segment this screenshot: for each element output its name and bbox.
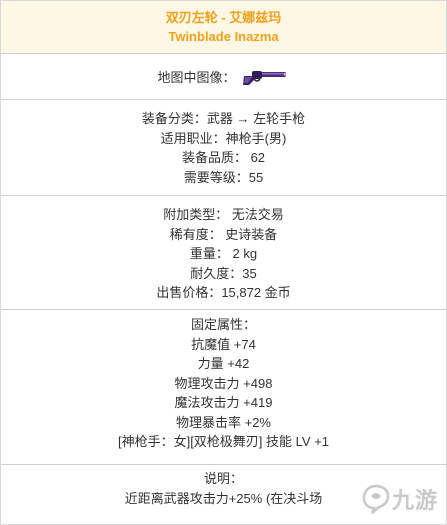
stat-item: 抗魔值 +74 bbox=[191, 336, 256, 352]
fixed-stats-section: 固定属性： 抗魔值 +74 力量 +42 物理攻击力 +498 魔法攻击力 +4… bbox=[1, 310, 446, 465]
watermark: 九游 bbox=[362, 483, 438, 515]
revolver-icon bbox=[240, 68, 290, 86]
stat-item: 力量 +42 bbox=[197, 356, 250, 371]
extra-price: 出售价格：15,872 金币 bbox=[156, 285, 291, 300]
extra-rarity: 稀有度： 史诗装备 bbox=[169, 226, 278, 242]
extra-trade: 附加类型： 无法交易 bbox=[163, 207, 284, 222]
extra-info-section: 附加类型： 无法交易 稀有度： 史诗装备 重量： 2 kg 耐久度：35 出售价… bbox=[1, 196, 446, 310]
equip-level: 需要等级：55 bbox=[183, 169, 264, 185]
equip-job: 适用职业：神枪手(男) bbox=[160, 130, 287, 146]
watermark-text: 九游 bbox=[391, 489, 438, 514]
extra-durability: 耐久度：35 bbox=[190, 265, 257, 281]
description-section: 说明： 近距离武器攻击力+25% (在决斗场 九游 bbox=[1, 465, 446, 525]
equipment-info-section: 装备分类：武器 → 左轮手枪 适用职业：神枪手(男) 装备品质： 62 需要等级… bbox=[1, 100, 446, 196]
item-title-cn: 双刃左轮 - 艾娜兹玛 bbox=[165, 10, 282, 25]
map-image-section: 地图中图像： bbox=[1, 54, 446, 100]
item-header: 双刃左轮 - 艾娜兹玛 Twinblade Inazma bbox=[1, 1, 446, 54]
jiuyou-logo-icon bbox=[362, 484, 390, 514]
map-image-label: 地图中图像： bbox=[157, 70, 236, 85]
equip-category: 装备分类：武器 → 左轮手枪 bbox=[141, 111, 306, 126]
extra-weight: 重量： 2 kg bbox=[189, 246, 258, 261]
item-title-en: Twinblade Inazma bbox=[168, 29, 279, 44]
stat-item: 物理攻击力 +498 bbox=[174, 375, 273, 391]
equip-quality: 装备品质： 62 bbox=[181, 150, 266, 165]
stat-item: [神枪手：女][双枪极舞刃] 技能 LV +1 bbox=[117, 434, 330, 449]
stat-item: 魔法攻击力 +419 bbox=[174, 395, 273, 410]
stat-item: 物理暴击率 +2% bbox=[176, 414, 271, 430]
stats-header: 固定属性： bbox=[190, 317, 256, 332]
item-tooltip-card: 双刃左轮 - 艾娜兹玛 Twinblade Inazma 地图中图像： 装备分类… bbox=[0, 0, 447, 525]
